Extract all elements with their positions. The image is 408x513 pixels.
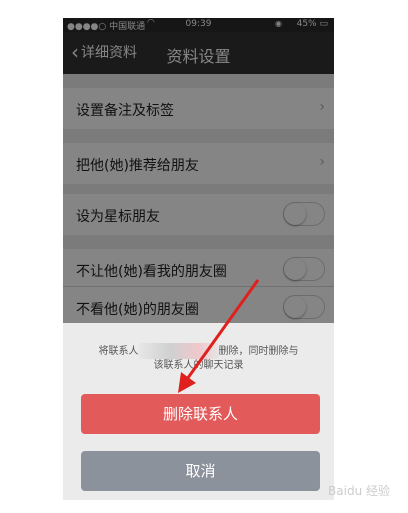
phone-screen: ●●●●○ 中国联通 ◠ 09:39 ◉ 45% ▭ ‹ 详细资料 资料设置 设… [63, 18, 334, 500]
message-line2: 该联系人的聊天记录 [153, 360, 244, 371]
delete-confirm-message: 将联系人 删除，同时删除与 该联系人的聊天记录 [75, 343, 322, 372]
cancel-button[interactable]: 取消 [81, 451, 320, 491]
action-sheet: 将联系人 删除，同时删除与 该联系人的聊天记录 删除联系人 取消 [63, 323, 334, 500]
blurred-contact-name [138, 343, 219, 359]
message-suffix: 删除，同时删除与 [218, 346, 299, 357]
watermark-logo: Baidu 经验 [328, 484, 390, 498]
message-prefix: 将联系人 [98, 346, 139, 357]
delete-contact-button[interactable]: 删除联系人 [81, 394, 320, 434]
